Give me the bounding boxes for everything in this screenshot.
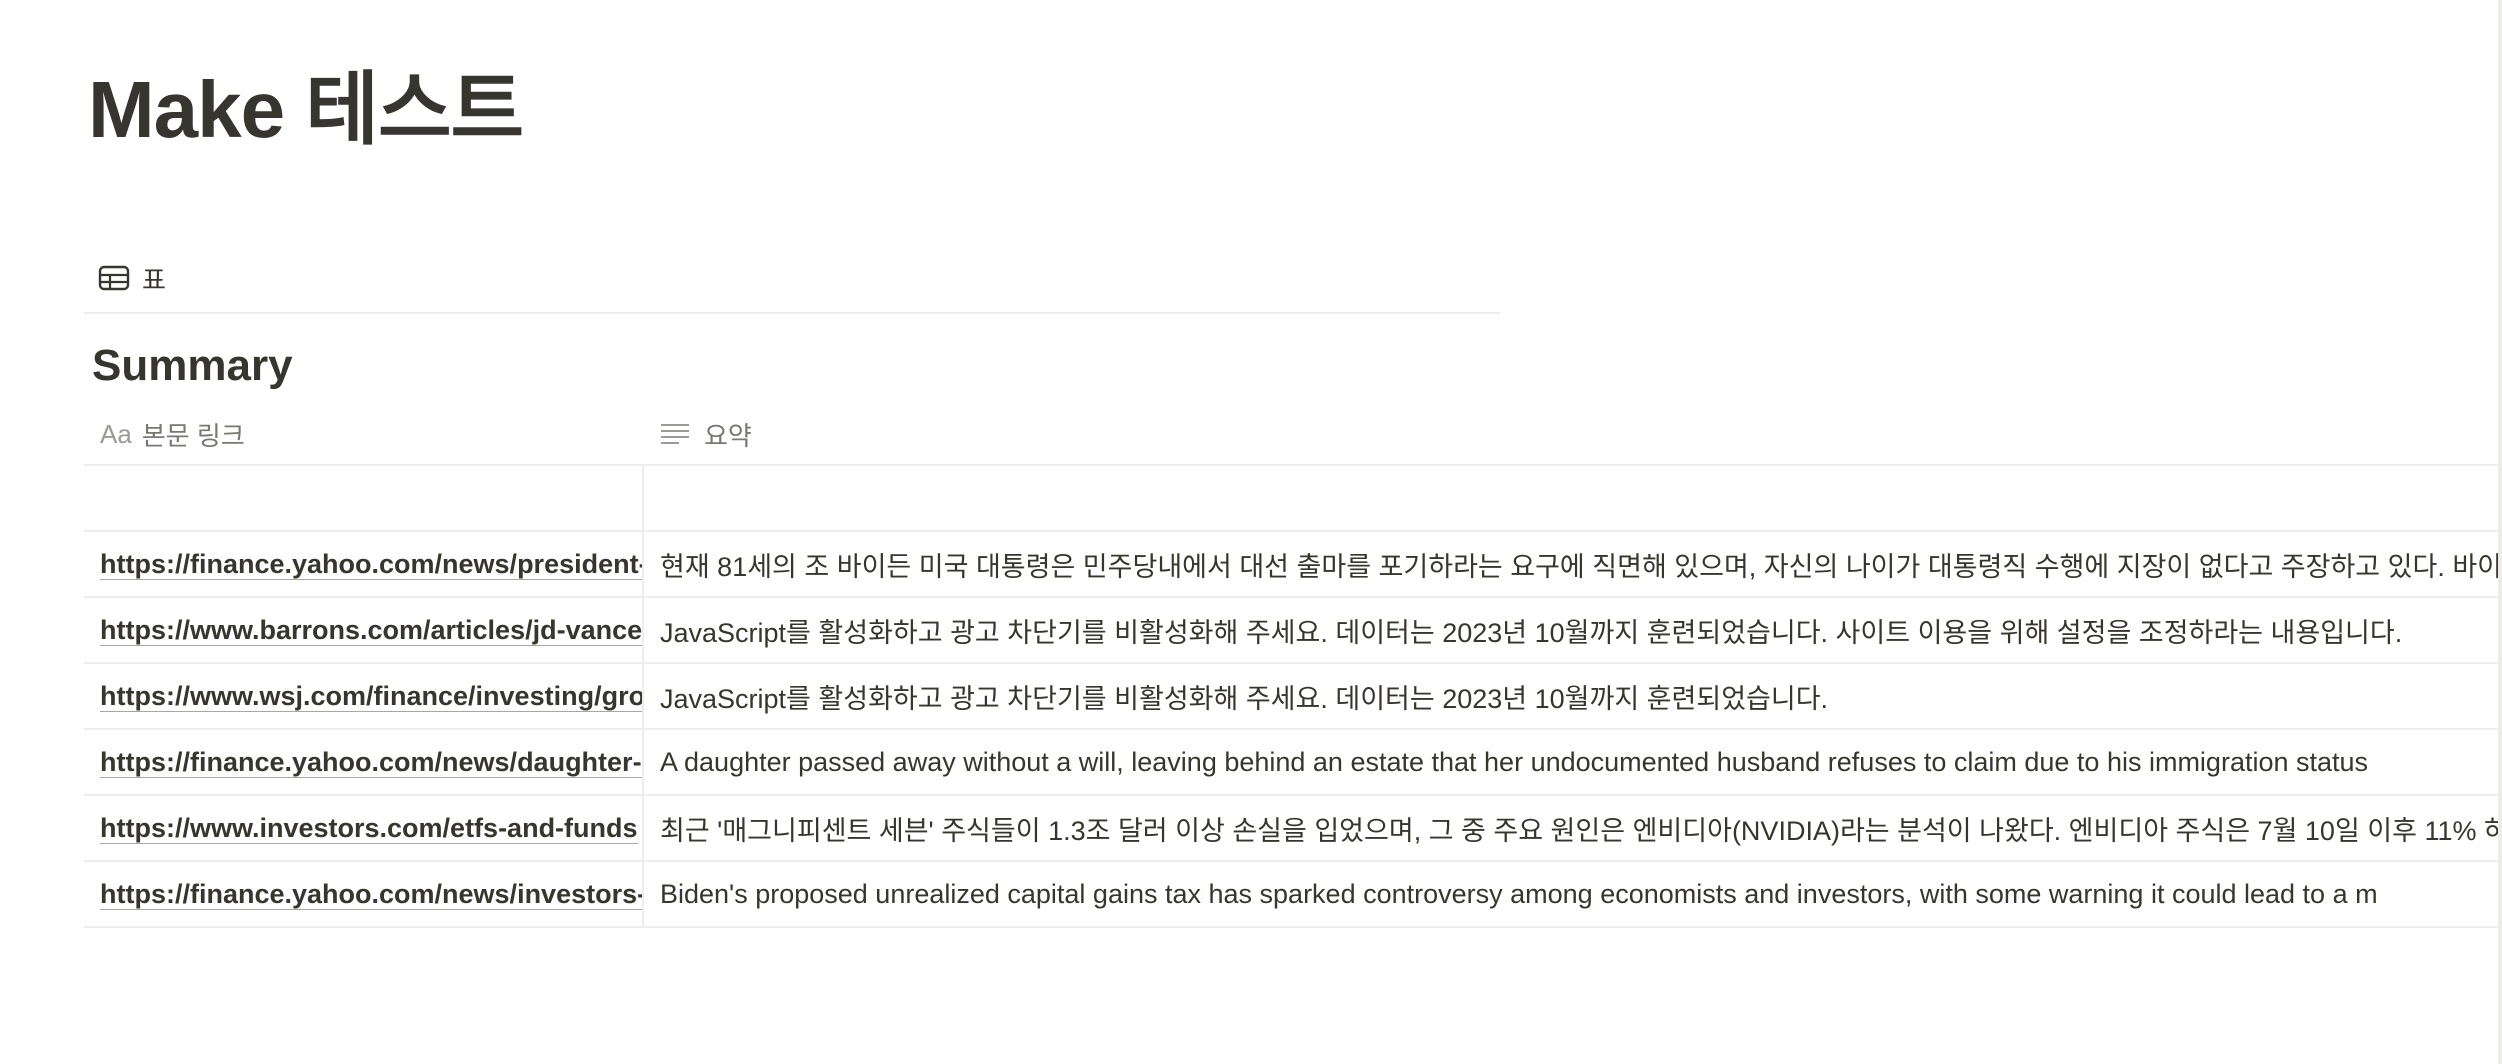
table-row[interactable]: https://finance.yahoo.com/news/daughter-… <box>84 730 2502 796</box>
text-lines-icon <box>661 424 689 444</box>
link-text[interactable]: https://finance.yahoo.com/news/daughter-… <box>100 747 642 778</box>
column-divider <box>642 796 644 860</box>
database-table: Aa 본문 링크 요약 https://finance.yahoo.com/ne… <box>84 404 2502 928</box>
link-text[interactable]: https://finance.yahoo.com/news/president… <box>100 549 642 580</box>
column-divider <box>642 598 644 662</box>
column-divider <box>642 730 644 794</box>
column-header-label: 요약 <box>704 420 752 451</box>
link-text[interactable]: https://www.wsj.com/finance/investing/gr… <box>100 681 642 712</box>
table-icon <box>98 265 130 291</box>
view-tabs: 표 <box>84 240 1500 314</box>
tab-table-view[interactable]: 표 <box>98 258 166 298</box>
page-title[interactable]: Make 테스트 <box>88 62 524 158</box>
window-edge <box>2498 0 2502 1064</box>
link-cell[interactable]: https://www.wsj.com/finance/investing/gr… <box>100 664 642 728</box>
summary-cell[interactable]: JavaScript를 활성화하고 광고 차단기를 비활성화해 주세요. 데이터… <box>660 598 2502 662</box>
column-divider <box>642 466 644 530</box>
summary-cell[interactable]: 현재 81세의 조 바이든 미국 대통령은 민주당내에서 대선 출마를 포기하라… <box>660 532 2502 596</box>
table-row[interactable]: https://www.investors.com/etfs-and-funds… <box>84 796 2502 862</box>
summary-cell[interactable]: A daughter passed away without a will, l… <box>660 730 2502 794</box>
summary-cell[interactable]: JavaScript를 활성화하고 광고 차단기를 비활성화해 주세요. 데이터… <box>660 664 2502 728</box>
table-row[interactable] <box>84 466 2502 532</box>
table-row[interactable]: https://finance.yahoo.com/news/investors… <box>84 862 2502 928</box>
column-divider <box>642 532 644 596</box>
column-divider <box>642 862 644 926</box>
table-row[interactable]: https://www.barrons.com/articles/jd-vanc… <box>84 598 2502 664</box>
table-row[interactable]: https://finance.yahoo.com/news/president… <box>84 532 2502 598</box>
column-header-summary[interactable]: 요약 <box>660 404 752 464</box>
title-property-icon: Aa <box>100 418 132 449</box>
column-header-label: 본문 링크 <box>141 420 245 451</box>
link-text[interactable]: https://www.barrons.com/articles/jd-vanc… <box>100 615 642 646</box>
summary-cell[interactable]: 최근 '매그니피센트 세븐' 주식들이 1.3조 달러 이상 손실을 입었으며,… <box>660 796 2502 860</box>
column-divider <box>642 664 644 728</box>
link-cell[interactable]: https://finance.yahoo.com/news/investors… <box>100 862 642 926</box>
link-cell[interactable] <box>100 466 642 530</box>
table-row[interactable]: https://www.wsj.com/finance/investing/gr… <box>84 664 2502 730</box>
column-header-link[interactable]: Aa 본문 링크 <box>100 404 245 464</box>
link-cell[interactable]: https://finance.yahoo.com/news/daughter-… <box>100 730 642 794</box>
tab-table-view-label: 표 <box>142 264 166 295</box>
summary-cell[interactable]: Biden's proposed unrealized capital gain… <box>660 862 2502 926</box>
summary-cell[interactable] <box>660 466 2502 530</box>
link-cell[interactable]: https://www.investors.com/etfs-and-funds <box>100 796 642 860</box>
link-text[interactable]: https://finance.yahoo.com/news/investors… <box>100 879 642 910</box>
table-header: Aa 본문 링크 요약 <box>84 404 2502 466</box>
link-text[interactable]: https://www.investors.com/etfs-and-funds <box>100 813 638 844</box>
link-cell[interactable]: https://finance.yahoo.com/news/president… <box>100 532 642 596</box>
database-title[interactable]: Summary <box>92 336 293 396</box>
link-cell[interactable]: https://www.barrons.com/articles/jd-vanc… <box>100 598 642 662</box>
